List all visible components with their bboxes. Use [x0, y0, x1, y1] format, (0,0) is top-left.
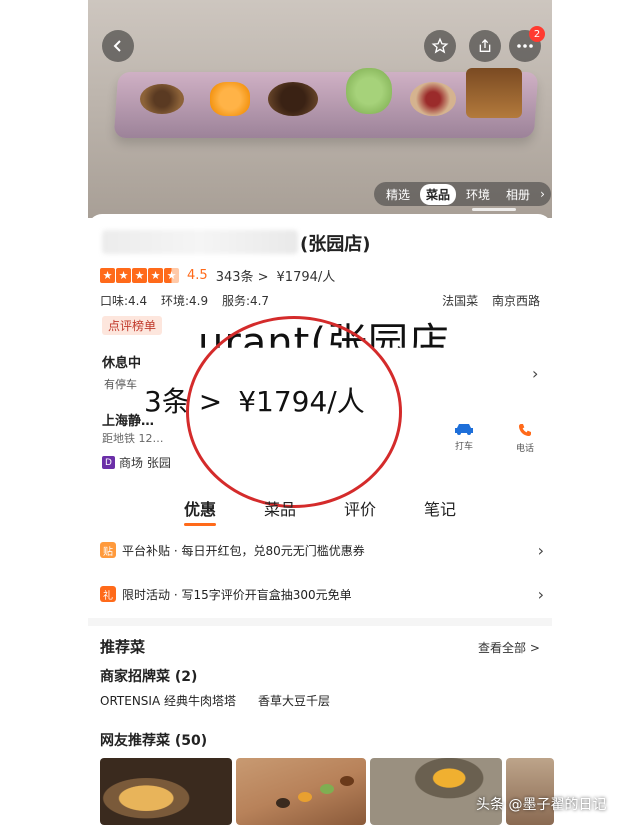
- parking-info: 有停车: [104, 378, 137, 391]
- tab-deals[interactable]: 优惠: [184, 496, 216, 526]
- gift-icon: 礼: [100, 586, 116, 602]
- sub-scores-row: 口味:4.4 环境:4.9 服务:4.7 法国菜 南京西路: [100, 292, 540, 309]
- half-star-icon: ★: [164, 268, 179, 283]
- subsidy-icon: 贴: [100, 542, 116, 558]
- subway-distance: 距地铁 12…: [102, 432, 164, 445]
- phone-icon: [519, 424, 531, 436]
- signature-dishes-title: 商家招牌菜 (2): [100, 669, 198, 685]
- taste-score: 口味:4.4: [100, 294, 148, 308]
- star-icon: ★: [100, 268, 115, 283]
- chevron-right-icon: ›: [540, 187, 545, 201]
- area-name[interactable]: 南京西路: [492, 294, 540, 308]
- dish-photo[interactable]: [100, 758, 232, 825]
- hero-tab-album[interactable]: 相册: [500, 184, 536, 205]
- dish-photo[interactable]: [370, 758, 502, 825]
- cuisine-type[interactable]: 法国菜: [442, 294, 478, 308]
- share-button[interactable]: [469, 30, 501, 62]
- hero-photo[interactable]: 2 精选 菜品 环境 相册 ›: [88, 0, 552, 218]
- dessert-piece: [320, 784, 334, 794]
- review-count-link[interactable]: 343条 >: [216, 266, 269, 285]
- blurred-shop-name: [102, 230, 298, 254]
- mall-link[interactable]: D 商场 张园: [102, 454, 171, 471]
- notification-badge: 2: [529, 26, 545, 42]
- hero-tab-featured[interactable]: 精选: [380, 184, 416, 205]
- favorite-button[interactable]: [424, 30, 456, 62]
- signature-dish-list: ORTENSIA 经典牛肉塔塔 香草大豆千层: [100, 692, 330, 709]
- phone-button[interactable]: 电话: [516, 422, 534, 454]
- price-per-person: ¥1794/人: [276, 270, 336, 285]
- address[interactable]: 上海静…: [102, 410, 154, 429]
- share-icon: [479, 39, 491, 52]
- star-icon: ★: [116, 268, 131, 283]
- rating-score: 4.5: [187, 268, 208, 283]
- back-button[interactable]: [102, 30, 134, 62]
- pastry-chocolate-cup: [268, 82, 318, 116]
- promo-text: 限时活动 · 写15字评价开盲盒抽300元免单: [122, 587, 352, 602]
- star-icon: ★: [132, 268, 147, 283]
- pastry-orange-jelly: [210, 82, 250, 116]
- hero-tab-bar: 精选 菜品 环境 相册 ›: [374, 182, 551, 206]
- watermark: 头条 @墨子翟的日记: [476, 797, 607, 813]
- environment-score: 环境:4.9: [160, 294, 209, 308]
- star-icon: ★: [148, 268, 163, 283]
- dessert-piece: [298, 792, 312, 802]
- highlight-circle: [186, 316, 402, 508]
- pastry-cake-slice: [466, 68, 522, 118]
- star-icon: [431, 37, 449, 54]
- dish-item[interactable]: ORTENSIA 经典牛肉塔塔: [100, 692, 236, 709]
- dish-item[interactable]: 香草大豆千层: [258, 692, 330, 709]
- pastry-chocolate-tart: [140, 84, 184, 114]
- business-status[interactable]: 休息中: [102, 352, 141, 371]
- hero-tab-environment[interactable]: 环境: [460, 184, 496, 205]
- taxi-button[interactable]: 打车: [454, 422, 474, 452]
- car-icon: [455, 424, 473, 435]
- chevron-right-icon: ›: [537, 584, 544, 604]
- dessert-piece: [340, 776, 354, 786]
- tab-reviews[interactable]: 评价: [344, 496, 376, 520]
- phone-label: 电话: [516, 444, 535, 454]
- dessert-piece: [276, 798, 290, 808]
- shop-branch: (张园店): [300, 234, 371, 255]
- tab-notes[interactable]: 笔记: [424, 496, 456, 520]
- active-tab-indicator: [184, 523, 216, 526]
- hero-scroll-indicator: [472, 208, 516, 211]
- more-dots-icon: [517, 44, 533, 48]
- netizen-dishes-title: 网友推荐菜 (50): [100, 733, 208, 749]
- section-divider: [88, 618, 552, 626]
- chevron-right-icon: ›: [537, 540, 544, 560]
- view-all-link[interactable]: 查看全部 >: [478, 639, 540, 656]
- tab-deals-label: 优惠: [184, 500, 217, 519]
- star-rating: ★ ★ ★ ★ ★: [100, 268, 179, 283]
- hero-tab-dishes[interactable]: 菜品: [420, 183, 457, 205]
- taxi-label: 打车: [454, 442, 473, 452]
- mall-name: 商场 张园: [119, 456, 171, 470]
- pastry-green-macaron: [346, 68, 392, 114]
- chevron-right-icon[interactable]: ›: [532, 364, 538, 383]
- section-tab-bar: 优惠 菜品 评价 笔记: [88, 496, 552, 526]
- mall-icon: D: [102, 456, 115, 469]
- promo-platform-subsidy[interactable]: 贴 平台补贴 · 每日开红包，兑80元无门槛优惠券 ›: [100, 538, 544, 562]
- promo-text: 平台补贴 · 每日开红包，兑80元无门槛优惠券: [122, 543, 365, 558]
- chevron-left-icon: [113, 40, 121, 52]
- tab-dishes[interactable]: 菜品: [264, 496, 296, 520]
- dish-photo[interactable]: [236, 758, 366, 825]
- recommend-title: 推荐菜: [100, 638, 146, 656]
- pastry-berry-tart: [410, 82, 456, 116]
- dish-photo[interactable]: [506, 758, 554, 825]
- ranking-list-tag[interactable]: 点评榜单: [102, 316, 163, 335]
- promo-limited-activity[interactable]: 礼 限时活动 · 写15字评价开盲盒抽300元免单 ›: [100, 582, 544, 606]
- service-score: 服务:4.7: [221, 294, 270, 308]
- rating-row[interactable]: ★ ★ ★ ★ ★ 4.5 343条 > ¥1794/人: [100, 266, 335, 285]
